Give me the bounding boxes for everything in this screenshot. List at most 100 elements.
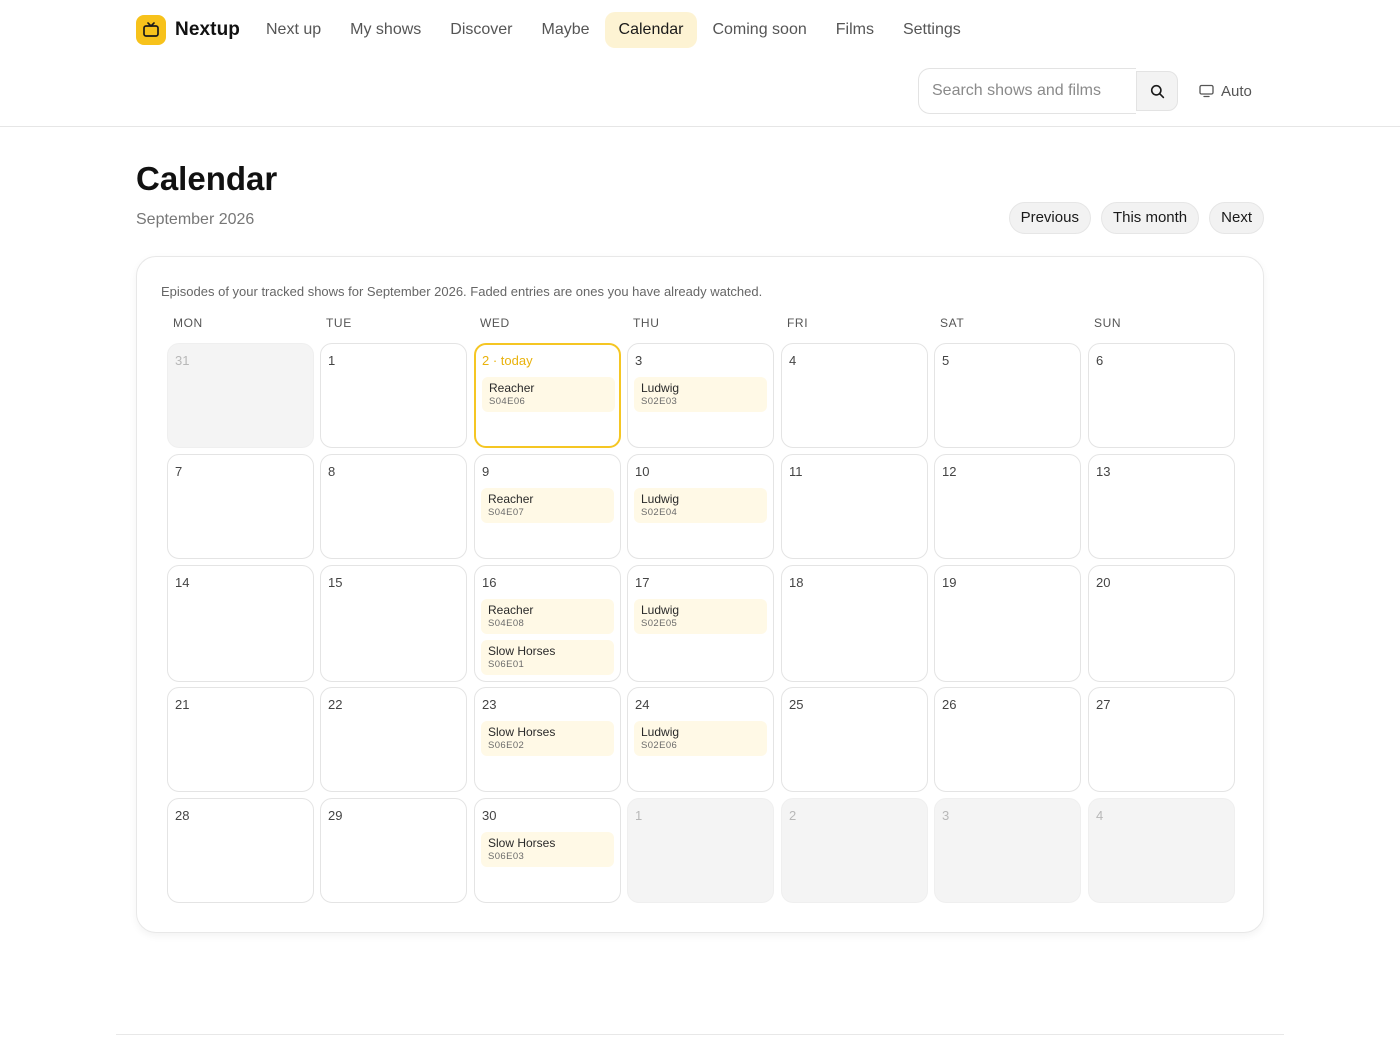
calendar-day: 23 Slow Horses S06E02 [474,687,621,792]
day-number: 22 [328,697,343,712]
weekday-mon: MON [173,316,203,330]
calendar-day: 17 Ludwig S02E05 [627,565,774,682]
episode-code: S06E02 [488,740,525,751]
calendar-day-today: 2 · today Reacher S04E06 [474,343,621,448]
previous-month-button[interactable]: Previous [1008,202,1091,234]
nav-item-calendar[interactable]: Calendar [604,12,698,48]
monitor-icon [1199,84,1214,98]
day-number: 2 · today [482,353,533,368]
episode-code: S06E01 [488,659,525,670]
day-number: 24 [635,697,650,712]
brand-name: Nextup [175,19,240,40]
calendar-day: 8 [320,454,467,559]
day-number: 31 [175,353,190,368]
weekday-wed: WED [480,316,510,330]
day-number: 15 [328,575,343,590]
nav-item-coming-soon[interactable]: Coming soon [698,12,820,48]
weekday-tue: TUE [326,316,352,330]
day-number: 8 [328,464,336,479]
episode-code: S04E08 [488,618,525,629]
episode-entry[interactable]: Reacher S04E07 [481,488,614,523]
day-number: 27 [1096,697,1111,712]
calendar-day-outside: 1 [627,798,774,903]
episode-entry[interactable]: Ludwig S02E04 [634,488,767,523]
calendar-day: 19 [934,565,1081,682]
theme-toggle-button[interactable]: Auto [1190,74,1261,108]
episode-entry[interactable]: Slow Horses S06E01 [481,640,614,675]
day-number: 4 [1096,808,1104,823]
nav-item-settings[interactable]: Settings [889,12,975,48]
nav-item-films[interactable]: Films [822,12,888,48]
episode-entry[interactable]: Reacher S04E08 [481,599,614,634]
episode-code: S04E06 [489,396,526,407]
day-number: 19 [942,575,957,590]
page-subtitle: September 2026 [136,211,255,228]
episode-entry[interactable]: Ludwig S02E05 [634,599,767,634]
calendar-day: 14 [167,565,314,682]
episode-code: S02E05 [641,618,678,629]
episode-show-title: Slow Horses [488,836,556,850]
episode-entry[interactable]: Reacher S04E06 [482,377,615,412]
calendar-day: 16 Reacher S04E08 Slow Horses S06E01 [474,565,621,682]
brand[interactable]: Nextup [136,15,240,45]
day-number: 13 [1096,464,1111,479]
calendar-day: 9 Reacher S04E07 [474,454,621,559]
episode-entry[interactable]: Slow Horses S06E02 [481,721,614,756]
calendar-day: 22 [320,687,467,792]
calendar-day: 27 [1088,687,1235,792]
calendar-day: 10 Ludwig S02E04 [627,454,774,559]
episode-entry[interactable]: Ludwig S02E06 [634,721,767,756]
episode-show-title: Ludwig [641,725,680,739]
episode-code: S04E07 [488,507,525,518]
day-number: 14 [175,575,190,590]
day-number: 1 [635,808,643,823]
nav-item-my-shows[interactable]: My shows [336,12,435,48]
nav-item-maybe[interactable]: Maybe [528,12,604,48]
calendar-day: 7 [167,454,314,559]
episode-show-title: Slow Horses [488,725,556,739]
calendar-day: 30 Slow Horses S06E03 [474,798,621,903]
calendar-day-outside: 2 [781,798,928,903]
episode-show-title: Reacher [489,381,535,395]
calendar-day: 3 Ludwig S02E03 [627,343,774,448]
day-number: 25 [789,697,804,712]
episode-show-title: Reacher [488,492,534,506]
this-month-button[interactable]: This month [1100,202,1200,234]
day-number: 21 [175,697,190,712]
day-number: 1 [328,353,336,368]
search-bar [918,68,1178,114]
footer-divider [116,1034,1284,1035]
calendar-note: Episodes of your tracked shows for Septe… [161,284,763,299]
top-header: Nextup Next up My shows Discover Maybe Calen… [0,0,1400,127]
calendar-day-outside: 31 [167,343,314,448]
weekday-fri: FRI [787,316,809,330]
calendar-day: 11 [781,454,928,559]
nav-item-discover[interactable]: Discover [436,12,526,48]
day-number: 9 [482,464,490,479]
episode-code: S02E03 [641,396,678,407]
day-number: 3 [635,353,643,368]
episode-entry[interactable]: Ludwig S02E03 [634,377,767,412]
weekday-header: MON TUE WED THU FRI SAT SUN [167,316,1235,332]
episode-show-title: Reacher [488,603,534,617]
next-month-button[interactable]: Next [1209,202,1264,234]
calendar-day: 18 [781,565,928,682]
day-number: 3 [942,808,950,823]
search-input[interactable] [918,68,1136,114]
search-button[interactable] [1136,71,1178,111]
day-number: 26 [942,697,957,712]
day-number: 2 [789,808,797,823]
day-number: 17 [635,575,650,590]
day-number: 6 [1096,353,1104,368]
nav-item-next-up[interactable]: Next up [252,12,335,48]
day-number: 11 [789,464,803,479]
day-number: 5 [942,353,950,368]
weekday-thu: THU [633,316,660,330]
episode-entry[interactable]: Slow Horses S06E03 [481,832,614,867]
page-title: Calendar [136,160,278,197]
calendar-day: 20 [1088,565,1235,682]
day-number: 28 [175,808,190,823]
calendar-day: 1 [320,343,467,448]
calendar-day: 29 [320,798,467,903]
day-number: 16 [482,575,497,590]
